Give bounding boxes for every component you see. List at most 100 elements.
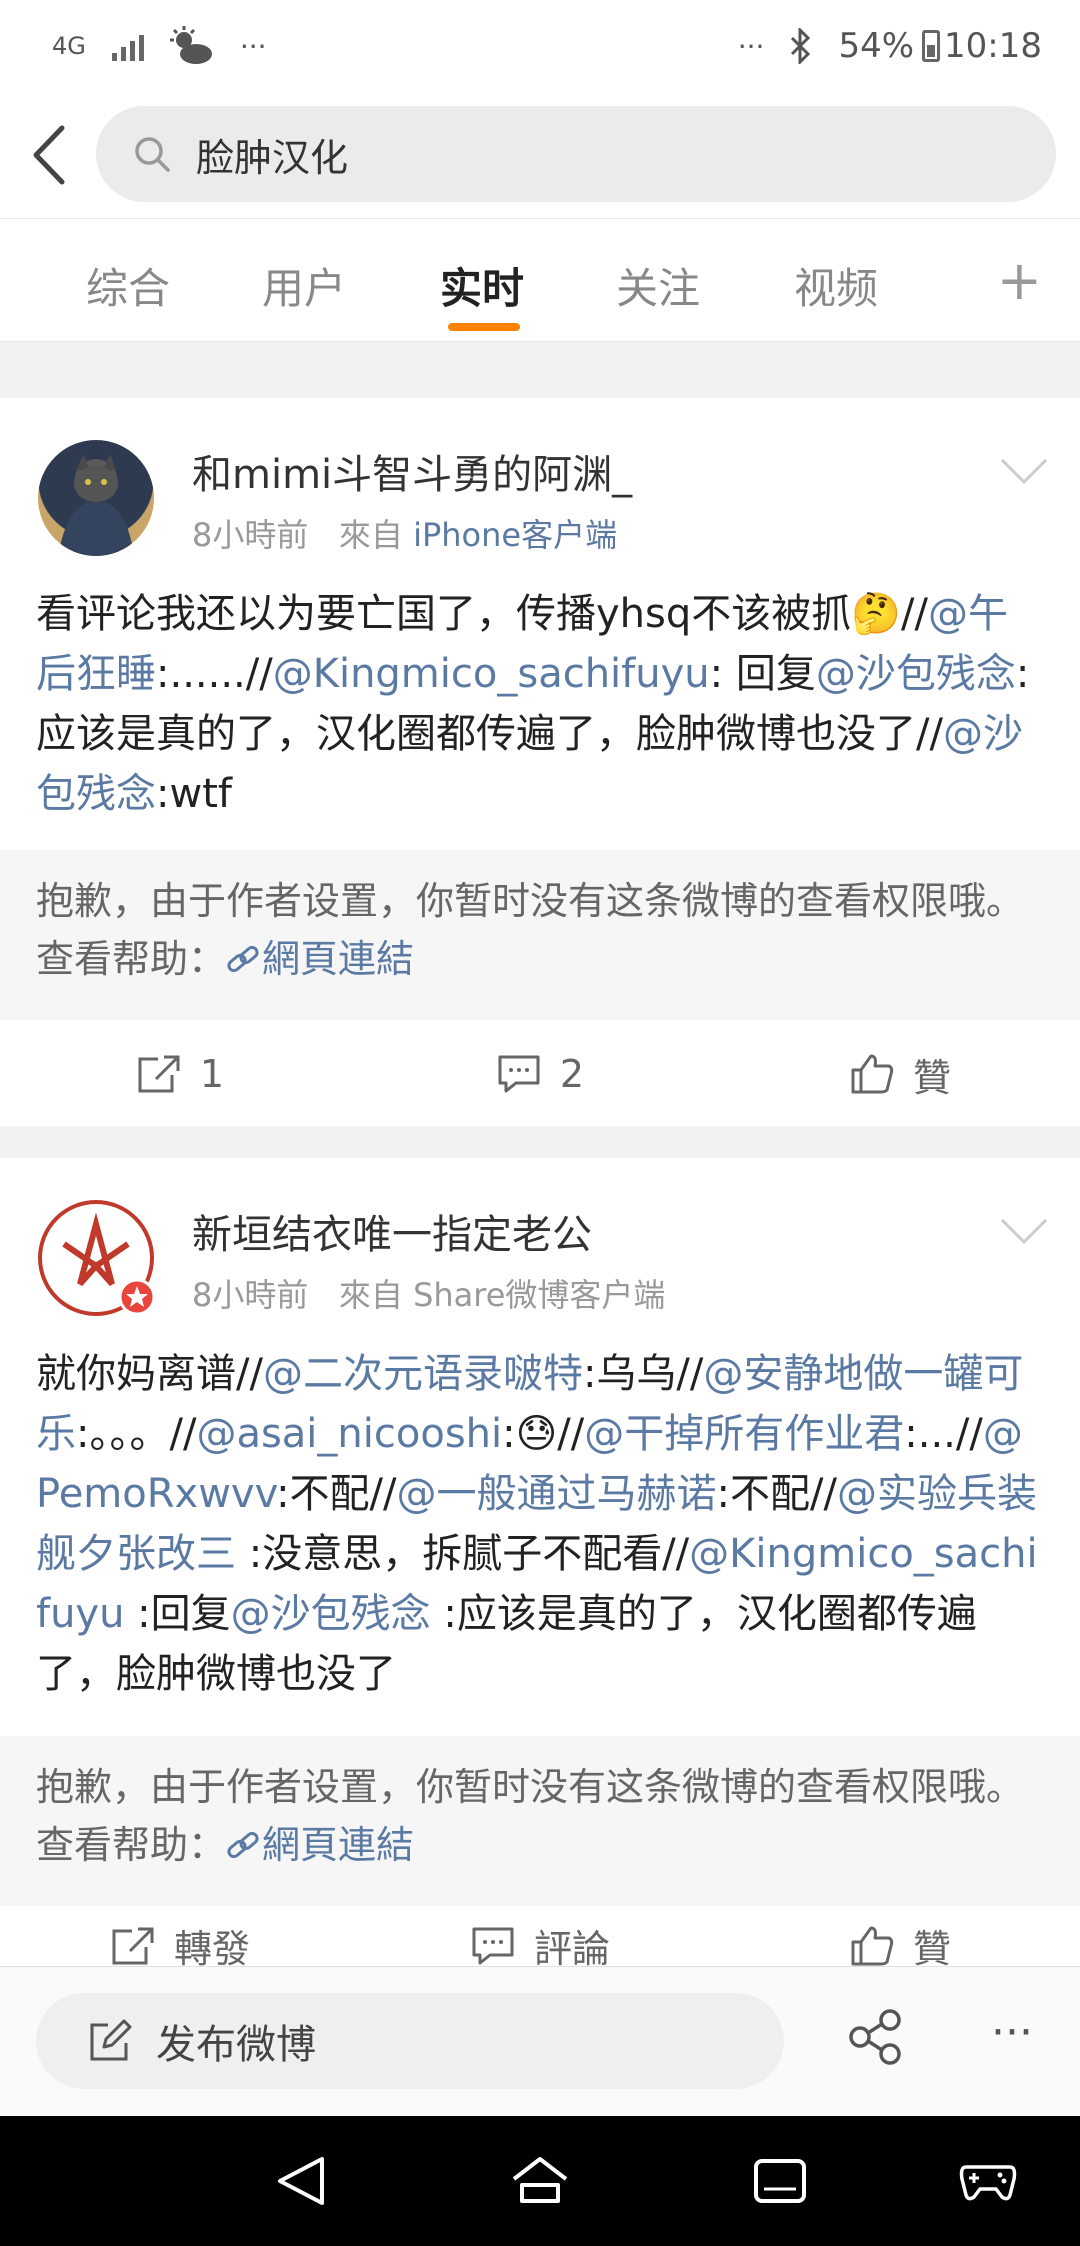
- post-username[interactable]: 和mimi斗智斗勇的阿渊_: [192, 442, 632, 500]
- text-seg: 就你妈离谱//: [36, 1351, 263, 1397]
- post-card: 新垣结衣唯一指定老公 8小時前 來自 Share微博客户端 就你妈离谱//@二次…: [0, 1158, 1080, 1966]
- tab-comprehensive[interactable]: 综合: [86, 255, 170, 316]
- mention-link[interactable]: @沙包残念: [231, 1591, 431, 1637]
- mention-link[interactable]: @二次元语录啵特: [263, 1351, 583, 1397]
- text-seg: :......//: [156, 651, 273, 697]
- status-bar: 4G ··· ··· 54% 10:18: [0, 0, 1080, 92]
- like-button[interactable]: 贊: [720, 1918, 1080, 1966]
- search-input[interactable]: 脸肿汉化: [96, 106, 1056, 202]
- repost-count: 1: [199, 1052, 225, 1096]
- permission-notice: 抱歉，由于作者设置，你暂时没有这条微博的查看权限哦。查看帮助： 網頁連結: [0, 1736, 1080, 1906]
- compose-button[interactable]: 发布微博: [36, 1993, 784, 2089]
- post-text: 就你妈离谱//@二次元语录啵特:乌乌//@安静地做一罐可乐:。。。//@asai…: [36, 1344, 1046, 1704]
- system-nav-bar: [0, 2116, 1080, 2246]
- mention-link[interactable]: @干掉所有作业君: [584, 1411, 904, 1457]
- tab-realtime[interactable]: 实时: [440, 255, 524, 316]
- comment-icon: [498, 1055, 540, 1093]
- more-dots-icon: ···: [991, 2007, 1033, 2058]
- compose-bar: 发布微博 ···: [0, 1966, 1080, 2116]
- notice-text: 抱歉，由于作者设置，你暂时没有这条微博的查看权限哦。查看帮助：: [36, 879, 1025, 981]
- back-arrow-icon[interactable]: [24, 120, 84, 190]
- comment-button[interactable]: 評論: [360, 1918, 720, 1966]
- like-label: 贊: [912, 1927, 951, 1966]
- status-more-dots-right: ···: [737, 29, 765, 63]
- more-options-button[interactable]: ···: [980, 2007, 1044, 2067]
- permission-notice: 抱歉，由于作者设置，你暂时没有这条微博的查看权限哦。查看帮助： 網頁連結: [0, 850, 1080, 1020]
- avatar[interactable]: [38, 440, 154, 556]
- text-seg: :😓//: [502, 1411, 585, 1457]
- mention-link[interactable]: @Kingmico_sachifuyu: [273, 651, 710, 697]
- post-text: 看评论我还以为要亡国了，传播yhsq不该被抓🤔//@午后狂睡:......//@…: [36, 584, 1046, 824]
- post-username[interactable]: 新垣结衣唯一指定老公: [192, 1202, 592, 1260]
- post-meta: 8小時前 來自 Share微博客户端: [192, 1270, 665, 1316]
- post-actions: 轉發 評論 贊: [0, 1906, 1080, 1966]
- post-time: 8小時前: [192, 1276, 309, 1314]
- web-link[interactable]: 網頁連結: [226, 1823, 414, 1867]
- link-icon: [227, 945, 259, 973]
- thumbs-up-icon: [851, 1054, 894, 1094]
- compose-label: 发布微博: [156, 2022, 316, 2068]
- nav-back-icon[interactable]: [272, 2151, 332, 2211]
- clock: 10:18: [944, 26, 1042, 66]
- cat-avatar-image: [58, 454, 134, 556]
- text-seg: :不配//: [276, 1471, 397, 1517]
- network-indicator: 4G: [52, 32, 86, 60]
- search-header: 脸肿汉化: [0, 92, 1080, 218]
- notice-text: 抱歉，由于作者设置，你暂时没有这条微博的查看权限哦。查看帮助：: [36, 1765, 1025, 1867]
- search-icon: [135, 137, 170, 172]
- web-link[interactable]: 網頁連結: [226, 937, 414, 981]
- post-meta: 8小時前 來自 iPhone客户端: [192, 510, 617, 556]
- active-tab-indicator: [448, 323, 520, 331]
- status-more-dots: ···: [239, 29, 267, 63]
- repost-label: 轉發: [173, 1927, 250, 1966]
- edit-icon: [90, 2019, 132, 2061]
- comment-icon: [472, 1927, 514, 1964]
- repost-button[interactable]: 1: [0, 1052, 360, 1096]
- text-seg: :没意思，拆腻子不配看//: [236, 1531, 690, 1577]
- text-seg: : 回复: [709, 651, 816, 697]
- share-icon[interactable]: [846, 2007, 906, 2067]
- tab-following[interactable]: 关注: [616, 255, 700, 316]
- network-label: 4G: [52, 32, 86, 60]
- post-from-label: 來自: [338, 516, 403, 554]
- nav-home-icon[interactable]: [510, 2151, 570, 2211]
- nav-recents-icon[interactable]: [750, 2151, 810, 2211]
- search-query: 脸肿汉化: [196, 135, 349, 180]
- nav-game-icon[interactable]: [958, 2151, 1018, 2211]
- chevron-down-icon[interactable]: [998, 1216, 1050, 1246]
- thumbs-up-icon: [851, 1926, 894, 1965]
- link-icon: [227, 1831, 259, 1859]
- like-button[interactable]: 贊: [720, 1047, 1080, 1102]
- repost-icon: [138, 1055, 180, 1093]
- text-seg: 看评论我还以为要亡国了，传播yhsq不该被抓🤔//: [36, 591, 929, 637]
- repost-button[interactable]: 轉發: [0, 1918, 360, 1966]
- mention-link[interactable]: @asai_nicooshi: [196, 1411, 502, 1457]
- text-seg: :...//: [904, 1411, 983, 1457]
- mention-link[interactable]: @沙包残念: [816, 651, 1016, 697]
- text-seg: :。。。//: [76, 1411, 197, 1457]
- chevron-down-icon[interactable]: [998, 456, 1050, 486]
- comment-label: 評論: [533, 1927, 610, 1966]
- comment-button[interactable]: 2: [360, 1052, 720, 1096]
- add-tab-button[interactable]: +: [997, 249, 1042, 312]
- comment-count: 2: [559, 1052, 585, 1096]
- mention-link[interactable]: @一般通过马赫诺: [397, 1471, 717, 1517]
- text-seg: :回复: [124, 1591, 231, 1637]
- signal-icon: [111, 31, 144, 61]
- post-card: 和mimi斗智斗勇的阿渊_ 8小時前 來自 iPhone客户端 看评论我还以为要…: [0, 398, 1080, 1126]
- weather-icon: [169, 26, 212, 64]
- post-source[interactable]: Share微博客户端: [413, 1276, 665, 1314]
- text-seg: :乌乌//: [582, 1351, 704, 1397]
- like-label: 贊: [912, 1055, 951, 1100]
- tab-users[interactable]: 用户: [262, 255, 346, 316]
- battery-percent: 54%: [838, 26, 915, 66]
- repost-icon: [112, 1927, 154, 1964]
- battery-icon: [922, 30, 941, 62]
- tab-video[interactable]: 视频: [794, 255, 878, 316]
- text-seg: :不配//: [716, 1471, 837, 1517]
- tab-bar: 综合 用户 实时 关注 视频 +: [0, 218, 1080, 342]
- verified-badge-icon: [118, 1278, 156, 1316]
- post-time: 8小時前: [192, 516, 309, 554]
- post-source[interactable]: iPhone客户端: [413, 516, 617, 554]
- post-from-label: 來自: [338, 1276, 403, 1314]
